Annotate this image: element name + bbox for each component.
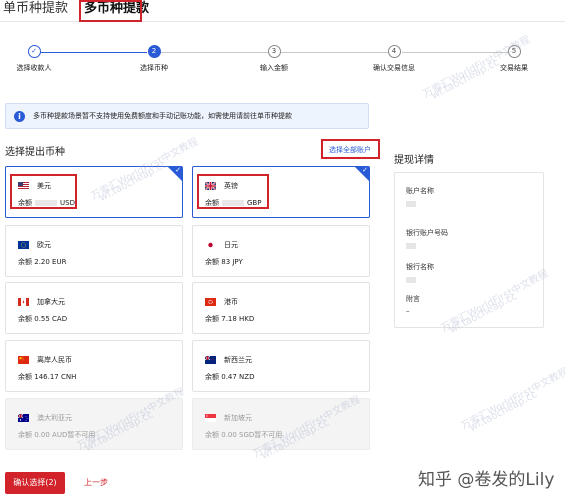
hk-flag-icon	[205, 298, 216, 306]
currency-card-sgd: 新加坡元 余额 0.00 SGD暂不可用	[192, 398, 370, 450]
step-result: 5 交易结果	[484, 45, 544, 73]
tab-active-indicator	[82, 20, 142, 22]
cn-flag-icon	[18, 356, 29, 364]
currency-name: 新西兰元	[224, 356, 252, 364]
step-label: 交易结果	[500, 64, 528, 72]
nz-flag-icon	[205, 356, 216, 364]
step-number: 5	[507, 45, 521, 58]
currency-name: 英镑	[224, 182, 238, 190]
confirm-selection-button[interactable]: 确认选择(2)	[5, 472, 65, 494]
check-icon: ✓	[27, 45, 41, 58]
currency-card-cnh[interactable]: 离岸人民币 余额 146.17 CNH	[5, 340, 183, 392]
withdrawal-details-panel: 账户名称 银行账户号码 银行名称 附言 –	[394, 172, 544, 328]
back-button[interactable]: 上一步	[84, 477, 108, 488]
step-label: 输入金额	[260, 64, 288, 72]
check-icon: ✓	[175, 166, 181, 174]
currency-card-cad[interactable]: 加拿大元 余额 0.55 CAD	[5, 282, 183, 334]
tab-bar: 单币种提款 多币种提款	[0, 0, 565, 22]
currency-name: 日元	[224, 241, 238, 249]
currency-name: 新加坡元	[224, 414, 252, 422]
currency-name: 澳大利亚元	[37, 414, 72, 422]
step-number: 2	[147, 45, 161, 58]
step-label: 选择币种	[140, 64, 168, 72]
details-title: 提现详情	[394, 155, 434, 166]
field-label-account-name: 账户名称	[406, 187, 434, 195]
section-title: 选择提出币种	[5, 147, 65, 158]
step-select-currency: 2 选择币种	[124, 45, 184, 73]
currency-card-jpy[interactable]: 日元 余额 83 JPY	[192, 225, 370, 277]
info-banner-text: 多币种提款场景暂不支持使用免费额度和手动记账功能，如需使用请前往单币种提款	[33, 112, 292, 120]
step-label: 确认交易信息	[373, 64, 415, 72]
currency-name: 离岸人民币	[37, 356, 72, 364]
watermark-text: wf.taocheap.cc	[467, 389, 540, 434]
tab-multi-currency[interactable]: 多币种提款	[84, 0, 149, 18]
check-icon: ✓	[362, 166, 368, 174]
step-enter-amount: 3 输入金额	[244, 45, 304, 73]
us-flag-icon	[18, 182, 29, 190]
field-value-hidden	[406, 201, 416, 207]
step-label: 选择收款人	[16, 64, 52, 72]
tab-single-currency[interactable]: 单币种提款	[3, 0, 68, 18]
currency-balance: 余额 0.55 CAD	[18, 315, 68, 323]
uk-flag-icon	[205, 182, 216, 190]
step-number: 3	[267, 45, 281, 58]
au-flag-icon	[18, 414, 29, 422]
field-value-remark: –	[406, 307, 410, 315]
field-label-remark: 附言	[406, 295, 420, 303]
currency-balance: 余额 83 JPY	[205, 258, 243, 266]
currency-balance: 余额 0.00 AUD暂不可用	[18, 431, 96, 439]
step-select-payee: ✓ 选择收款人	[4, 45, 64, 73]
field-value-hidden	[406, 243, 416, 249]
ca-flag-icon	[18, 298, 29, 306]
field-label-bank-name: 银行名称	[406, 263, 434, 271]
step-number: 4	[387, 45, 401, 58]
currency-card-nzd[interactable]: 新西兰元 余额 0.47 NZD	[192, 340, 370, 392]
currency-balance: 余额 0.47 NZD	[205, 373, 255, 381]
currency-balance: 余额 USD	[18, 199, 75, 207]
field-value-hidden	[406, 277, 416, 283]
info-icon: i	[14, 111, 25, 122]
currency-balance: 余额 146.17 CNH	[18, 373, 77, 381]
currency-balance: 余额 7.18 HKD	[205, 315, 255, 323]
currency-card-gbp[interactable]: 英镑 余额 GBP ✓	[192, 166, 370, 218]
currency-card-usd[interactable]: 美元 余额 USD ✓	[5, 166, 183, 218]
currency-name: 美元	[37, 182, 51, 190]
currency-card-hkd[interactable]: 港币 余额 7.18 HKD	[192, 282, 370, 334]
zhihu-watermark: 知乎 @卷发的Lily	[418, 470, 555, 490]
select-all-accounts-link[interactable]: 选择全部账户	[329, 145, 371, 155]
currency-card-aud: 澳大利亚元 余额 0.00 AUD暂不可用	[5, 398, 183, 450]
currency-card-eur[interactable]: 欧元 余额 2.20 EUR	[5, 225, 183, 277]
currency-name: 港币	[224, 298, 238, 306]
info-banner: i 多币种提款场景暂不支持使用免费额度和手动记账功能，如需使用请前往单币种提款	[5, 103, 369, 129]
sg-flag-icon	[205, 414, 216, 422]
step-confirm: 4 确认交易信息	[364, 45, 424, 73]
eu-flag-icon	[18, 241, 29, 249]
currency-balance: 余额 0.00 SGD暂不可用	[205, 431, 283, 439]
currency-balance: 余额 GBP	[205, 199, 262, 207]
jp-flag-icon	[205, 241, 216, 249]
field-label-bank-account-number: 银行账户号码	[406, 229, 448, 237]
currency-name: 欧元	[37, 241, 51, 249]
currency-name: 加拿大元	[37, 298, 65, 306]
watermark-text: 万索汇WorldFirst中文教程	[459, 366, 565, 433]
currency-balance: 余额 2.20 EUR	[18, 258, 67, 266]
